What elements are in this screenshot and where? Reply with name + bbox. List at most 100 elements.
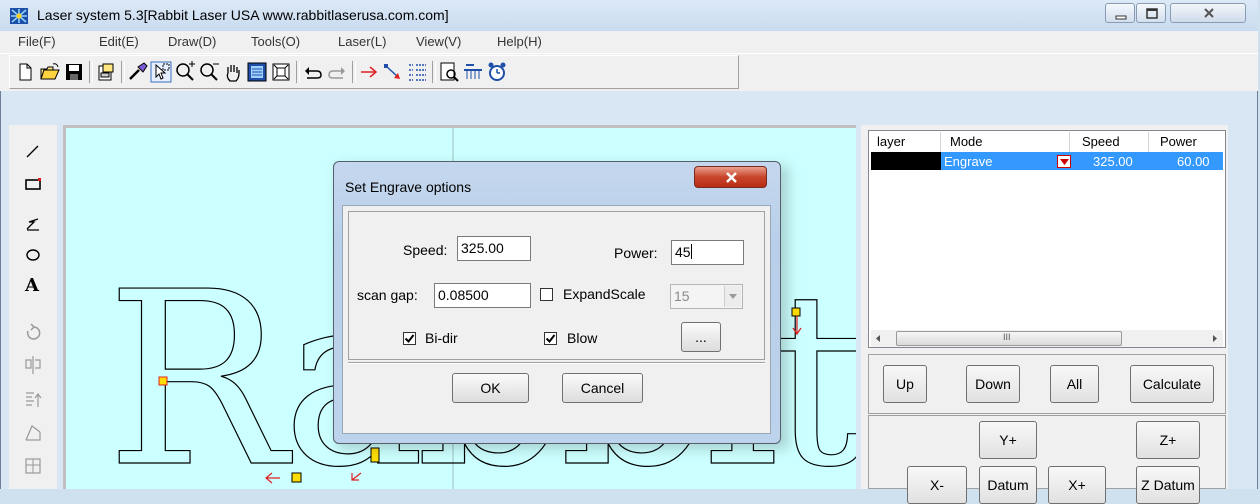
y-plus-button[interactable]: Y+ bbox=[979, 421, 1037, 459]
ok-button[interactable]: OK bbox=[452, 373, 529, 403]
minimize-button[interactable] bbox=[1105, 3, 1135, 23]
menu-draw[interactable]: Draw(D) bbox=[168, 34, 216, 49]
mode-dropdown-button[interactable] bbox=[1057, 155, 1071, 168]
expand-scale-value: 15 bbox=[674, 288, 690, 304]
ellipse-icon[interactable] bbox=[22, 244, 44, 266]
select-brush-icon[interactable] bbox=[127, 61, 149, 83]
power-input[interactable]: 45 bbox=[671, 240, 744, 265]
sort-icon[interactable] bbox=[406, 61, 428, 83]
bidir-checkbox[interactable] bbox=[403, 332, 416, 345]
col-divider bbox=[940, 132, 941, 152]
menu-help[interactable]: Help(H) bbox=[497, 34, 542, 49]
preview-icon[interactable] bbox=[438, 61, 460, 83]
toolbar-separator bbox=[352, 61, 356, 83]
all-button[interactable]: All bbox=[1050, 365, 1099, 403]
power-label: Power: bbox=[614, 245, 658, 261]
polyline-icon[interactable] bbox=[22, 213, 44, 235]
z-plus-button[interactable]: Z+ bbox=[1136, 421, 1200, 459]
menu-laser[interactable]: Laser(L) bbox=[338, 34, 386, 49]
scan-gap-label: scan gap: bbox=[357, 287, 418, 303]
node-marker bbox=[370, 447, 380, 463]
expand-scale-label: ExpandScale bbox=[563, 286, 646, 302]
scroll-left-icon[interactable] bbox=[874, 334, 882, 343]
maximize-button[interactable] bbox=[1136, 3, 1166, 23]
check-icon bbox=[404, 334, 415, 344]
col-header-power[interactable]: Power bbox=[1160, 134, 1197, 149]
page-view-icon[interactable] bbox=[246, 61, 268, 83]
up-button[interactable]: Up bbox=[883, 365, 927, 403]
new-icon[interactable] bbox=[14, 61, 36, 83]
speed-input[interactable]: 325.00 bbox=[457, 236, 531, 261]
rectangle-icon[interactable] bbox=[22, 173, 44, 195]
rotate-icon[interactable] bbox=[22, 322, 44, 344]
text-icon[interactable]: A bbox=[22, 273, 44, 295]
import-icon[interactable] bbox=[95, 61, 117, 83]
align-icon[interactable] bbox=[22, 389, 44, 411]
more-options-button[interactable]: ... bbox=[681, 322, 721, 352]
menu-tools[interactable]: Tools(O) bbox=[251, 34, 300, 49]
app-icon bbox=[10, 8, 28, 24]
bidir-label: Bi-dir bbox=[425, 330, 458, 346]
zoom-fit-icon[interactable] bbox=[270, 61, 292, 83]
power-value: 45 bbox=[675, 244, 691, 260]
redo-icon[interactable] bbox=[326, 61, 348, 83]
toolbar-separator bbox=[432, 61, 436, 83]
pick-icon[interactable] bbox=[150, 61, 172, 83]
zoom-in-icon[interactable] bbox=[174, 61, 196, 83]
pan-hand-icon[interactable] bbox=[222, 61, 244, 83]
restore-icon bbox=[1146, 8, 1158, 19]
dialog-separator bbox=[348, 362, 765, 364]
cancel-button[interactable]: Cancel bbox=[562, 373, 643, 403]
datum-button[interactable]: Datum bbox=[979, 466, 1037, 504]
x-minus-button[interactable]: X- bbox=[907, 466, 967, 504]
layer-color-swatch[interactable] bbox=[871, 152, 941, 170]
menu-file[interactable]: File(F) bbox=[18, 34, 56, 49]
minimize-icon bbox=[1115, 15, 1127, 20]
line-icon[interactable] bbox=[22, 140, 44, 162]
scan-gap-input[interactable]: 0.08500 bbox=[434, 283, 531, 308]
toolbar-separator bbox=[296, 61, 300, 83]
save-icon[interactable] bbox=[63, 61, 85, 83]
mirror-icon[interactable] bbox=[22, 354, 44, 376]
dialog-close-button[interactable] bbox=[694, 166, 767, 188]
open-icon[interactable] bbox=[39, 61, 61, 83]
expand-scale-select[interactable]: 15 bbox=[670, 284, 743, 309]
svg-text:A: A bbox=[24, 275, 40, 295]
undo-icon[interactable] bbox=[302, 61, 324, 83]
x-plus-button[interactable]: X+ bbox=[1048, 466, 1106, 504]
simulate-icon[interactable] bbox=[462, 61, 484, 83]
window-title: Laser system 5.3[Rabbit Laser USA www.ra… bbox=[37, 7, 449, 23]
blow-checkbox[interactable] bbox=[544, 332, 557, 345]
layer-speed: 325.00 bbox=[1093, 154, 1133, 169]
layer-mode: Engrave bbox=[944, 154, 993, 169]
close-icon bbox=[1204, 8, 1214, 18]
array-icon[interactable] bbox=[22, 455, 44, 477]
node-marker bbox=[158, 376, 168, 386]
speed-label: Speed: bbox=[403, 242, 448, 258]
col-header-mode[interactable]: Mode bbox=[950, 134, 983, 149]
menu-view[interactable]: View(V) bbox=[416, 34, 461, 49]
close-button[interactable] bbox=[1170, 3, 1246, 23]
toolbar-separator bbox=[121, 61, 125, 83]
toolbar-separator bbox=[89, 61, 93, 83]
zoom-out-icon[interactable] bbox=[198, 61, 220, 83]
calculate-button[interactable]: Calculate bbox=[1130, 365, 1214, 403]
col-header-layer[interactable]: layer bbox=[877, 134, 905, 149]
start-point-icon[interactable] bbox=[382, 61, 404, 83]
dialog-title: Set Engrave options bbox=[345, 179, 472, 195]
col-header-speed[interactable]: Speed bbox=[1082, 134, 1120, 149]
node-marker bbox=[291, 472, 302, 483]
node-marker bbox=[791, 307, 801, 317]
menu-edit[interactable]: Edit(E) bbox=[99, 34, 139, 49]
direction-icon[interactable] bbox=[358, 61, 380, 83]
close-icon bbox=[726, 172, 737, 183]
expand-scale-checkbox[interactable] bbox=[540, 288, 553, 301]
node-edit-icon[interactable] bbox=[22, 422, 44, 444]
scroll-right-icon[interactable] bbox=[1211, 334, 1219, 343]
z-datum-button[interactable]: Z Datum bbox=[1136, 466, 1200, 504]
timer-icon[interactable] bbox=[486, 61, 508, 83]
check-icon bbox=[545, 334, 556, 344]
col-divider bbox=[1069, 132, 1070, 152]
blow-label: Blow bbox=[567, 330, 598, 346]
down-button[interactable]: Down bbox=[966, 365, 1020, 403]
